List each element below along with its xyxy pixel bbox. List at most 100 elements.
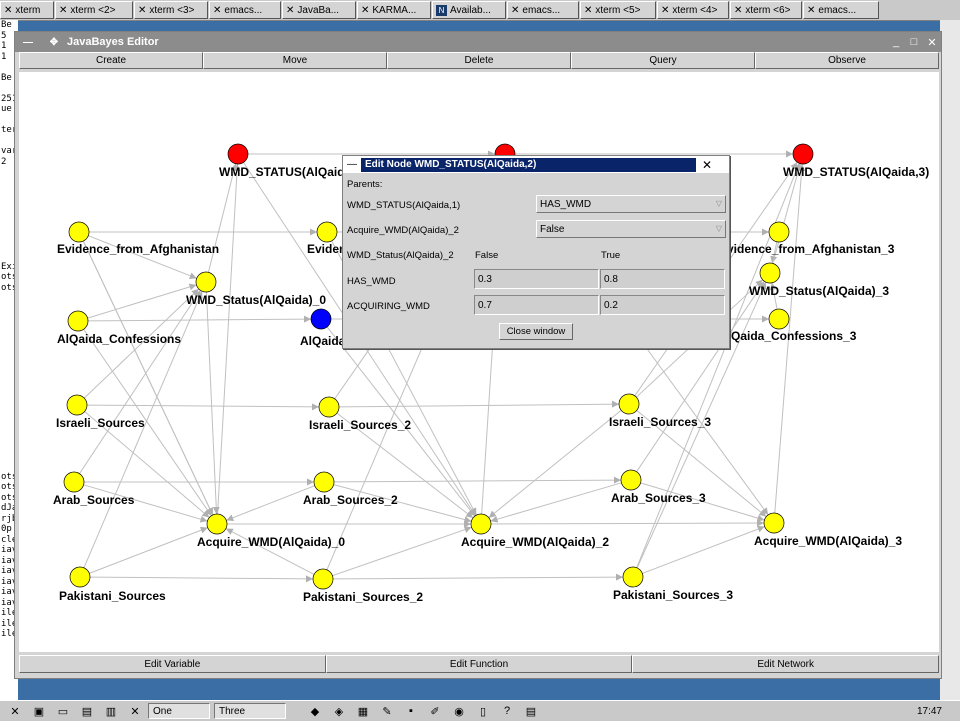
x-window-icon: ✕ (286, 4, 295, 16)
network-edge (205, 291, 220, 515)
parent-name: WMD_STATUS(AlQaida,1) (347, 200, 461, 211)
taskbar-window-button[interactable]: ✕ emacs... (209, 1, 281, 19)
taskbar-window-button[interactable]: ✕ xterm <2> (55, 1, 133, 19)
monitor-icon[interactable]: ▣ (30, 703, 48, 719)
network-node[interactable] (66, 394, 88, 416)
edit-variable-button[interactable]: Edit Variable (19, 655, 326, 673)
network-node[interactable] (620, 469, 642, 491)
probability-field[interactable]: 0.7 (474, 295, 599, 315)
x-window-icon: ✕ (4, 4, 13, 16)
document-icon[interactable]: ▯ (474, 703, 492, 719)
taskbar-window-button[interactable]: ✕ xterm <5> (580, 1, 656, 19)
taskbar-window-button[interactable]: ✕ xterm <3> (134, 1, 208, 19)
network-node[interactable] (759, 262, 781, 284)
edit-icon[interactable]: ✐ (426, 703, 444, 719)
network-node[interactable] (68, 221, 90, 243)
maximize-icon[interactable]: □ (905, 36, 923, 48)
x-window-icon: ✕ (584, 4, 593, 16)
network-node[interactable] (67, 310, 89, 332)
probability-field[interactable]: 0.3 (474, 269, 599, 289)
network-node[interactable] (622, 566, 644, 588)
network-node[interactable] (470, 513, 492, 535)
bottom-taskbar: ✕ ▣ ▭ ▤ ▥ ✕ One Three ◆ ◈ ▦ ✎ ▪ ✐ ◉ ▯ ? … (0, 700, 960, 721)
network-node[interactable] (768, 308, 790, 330)
probability-field[interactable]: 0.8 (600, 269, 725, 289)
taskbar-window-button[interactable]: ✕ xterm <6> (730, 1, 802, 19)
taskbar-window-label: xterm <6> (745, 4, 791, 16)
edit-function-button[interactable]: Edit Function (325, 655, 633, 673)
tools-icon[interactable]: ✕ (6, 703, 24, 719)
close-icon[interactable]: ✕ (923, 36, 941, 49)
node-label: Acquire_WMD(AlQaida)_2 (461, 535, 609, 549)
move-button[interactable]: Move (203, 52, 387, 69)
network-node[interactable] (206, 513, 228, 535)
taskbar-window-button[interactable]: N Availab... (432, 1, 506, 19)
x-window-icon: ✕ (138, 4, 147, 16)
network-node[interactable] (310, 308, 332, 330)
dropdown-arrow-icon: ▽ (715, 224, 722, 233)
window-titlebar[interactable]: — ✥ JavaBayes Editor _ □ ✕ (15, 32, 941, 52)
package-icon[interactable]: ◆ (306, 703, 324, 719)
column-header-true: True (601, 250, 621, 261)
network-node[interactable] (768, 221, 790, 243)
office-icon[interactable]: ▥ (102, 703, 120, 719)
workspace-one[interactable]: One (148, 703, 210, 719)
taskbar-window-label: emacs... (522, 4, 561, 16)
create-button[interactable]: Create (19, 52, 203, 69)
dialog-menu-icon[interactable]: — (343, 159, 361, 170)
node-label: Acquire_WMD(AlQaida)_0 (197, 535, 345, 549)
taskbar-window-button[interactable]: ✕ xterm (0, 1, 54, 19)
window-shade-icon[interactable]: ✥ (41, 37, 67, 48)
terminal-icon[interactable]: ▤ (78, 703, 96, 719)
tray-icon: ▤ (525, 705, 537, 718)
network-node[interactable] (313, 471, 335, 493)
network-node[interactable] (63, 471, 85, 493)
edit-network-button[interactable]: Edit Network (632, 655, 940, 673)
close-panel-icon[interactable]: ✕ (126, 703, 144, 719)
network-node[interactable] (312, 568, 334, 590)
taskbar-window-button[interactable]: ✕ xterm <4> (657, 1, 729, 19)
network-node[interactable] (69, 566, 91, 588)
network-node[interactable] (316, 221, 338, 243)
taskbar-window-button[interactable]: ✕ KARMA... (357, 1, 431, 19)
pen-icon[interactable]: ✎ (378, 703, 396, 719)
taskbar-window-button[interactable]: ✕ emacs... (507, 1, 579, 19)
parent-state-select[interactable]: False ▽ (536, 220, 726, 238)
network-node[interactable] (618, 393, 640, 415)
node-label: Evidence_from_Afghanistan_3 (719, 242, 895, 256)
network-edge (217, 163, 241, 515)
network-node[interactable] (318, 396, 340, 418)
network-node[interactable] (792, 143, 814, 165)
taskbar-window-button[interactable]: ✕ JavaBa... (282, 1, 356, 19)
edit-buttons-bar: Edit Variable Edit Function Edit Network (19, 655, 940, 674)
probability-field[interactable]: 0.2 (600, 295, 725, 315)
network-node[interactable] (195, 271, 217, 293)
delete-button[interactable]: Delete (387, 52, 571, 69)
folder-icon[interactable]: ▭ (54, 703, 72, 719)
observe-button[interactable]: Observe (755, 52, 939, 69)
display-icon[interactable]: ▦ (354, 703, 372, 719)
node-label: Acquire_WMD(AlQaida)_3 (754, 534, 902, 548)
network-node[interactable] (763, 512, 785, 534)
network-node[interactable] (227, 143, 249, 165)
taskbar-window-button[interactable]: ✕ emacs... (803, 1, 879, 19)
taskbar-window-label: xterm <3> (149, 4, 195, 16)
network-edge (86, 403, 320, 411)
parent-state-select[interactable]: HAS_WMD ▽ (536, 195, 726, 213)
x-window-icon: ✕ (213, 4, 222, 16)
network-icon[interactable]: ◈ (330, 703, 348, 719)
dialog-close-icon[interactable]: ✕ (696, 158, 718, 172)
window-menu-icon[interactable]: — (15, 37, 41, 48)
dialog-titlebar[interactable]: — Edit Node WMD_STATUS(AlQaida,2) ✕ (343, 156, 729, 173)
web-icon[interactable]: ◉ (450, 703, 468, 719)
help-icon[interactable]: ? (498, 703, 516, 719)
taskbar-window-label: JavaBa... (297, 4, 340, 16)
console-icon[interactable]: ▪ (402, 703, 420, 719)
row-label: HAS_WMD (347, 276, 396, 287)
x-window-icon: ✕ (807, 4, 816, 16)
taskbar-window-label: emacs... (818, 4, 857, 16)
minimize-icon[interactable]: _ (887, 36, 905, 48)
close-window-button[interactable]: Close window (499, 323, 573, 340)
workspace-three[interactable]: Three (214, 703, 286, 719)
query-button[interactable]: Query (571, 52, 755, 69)
